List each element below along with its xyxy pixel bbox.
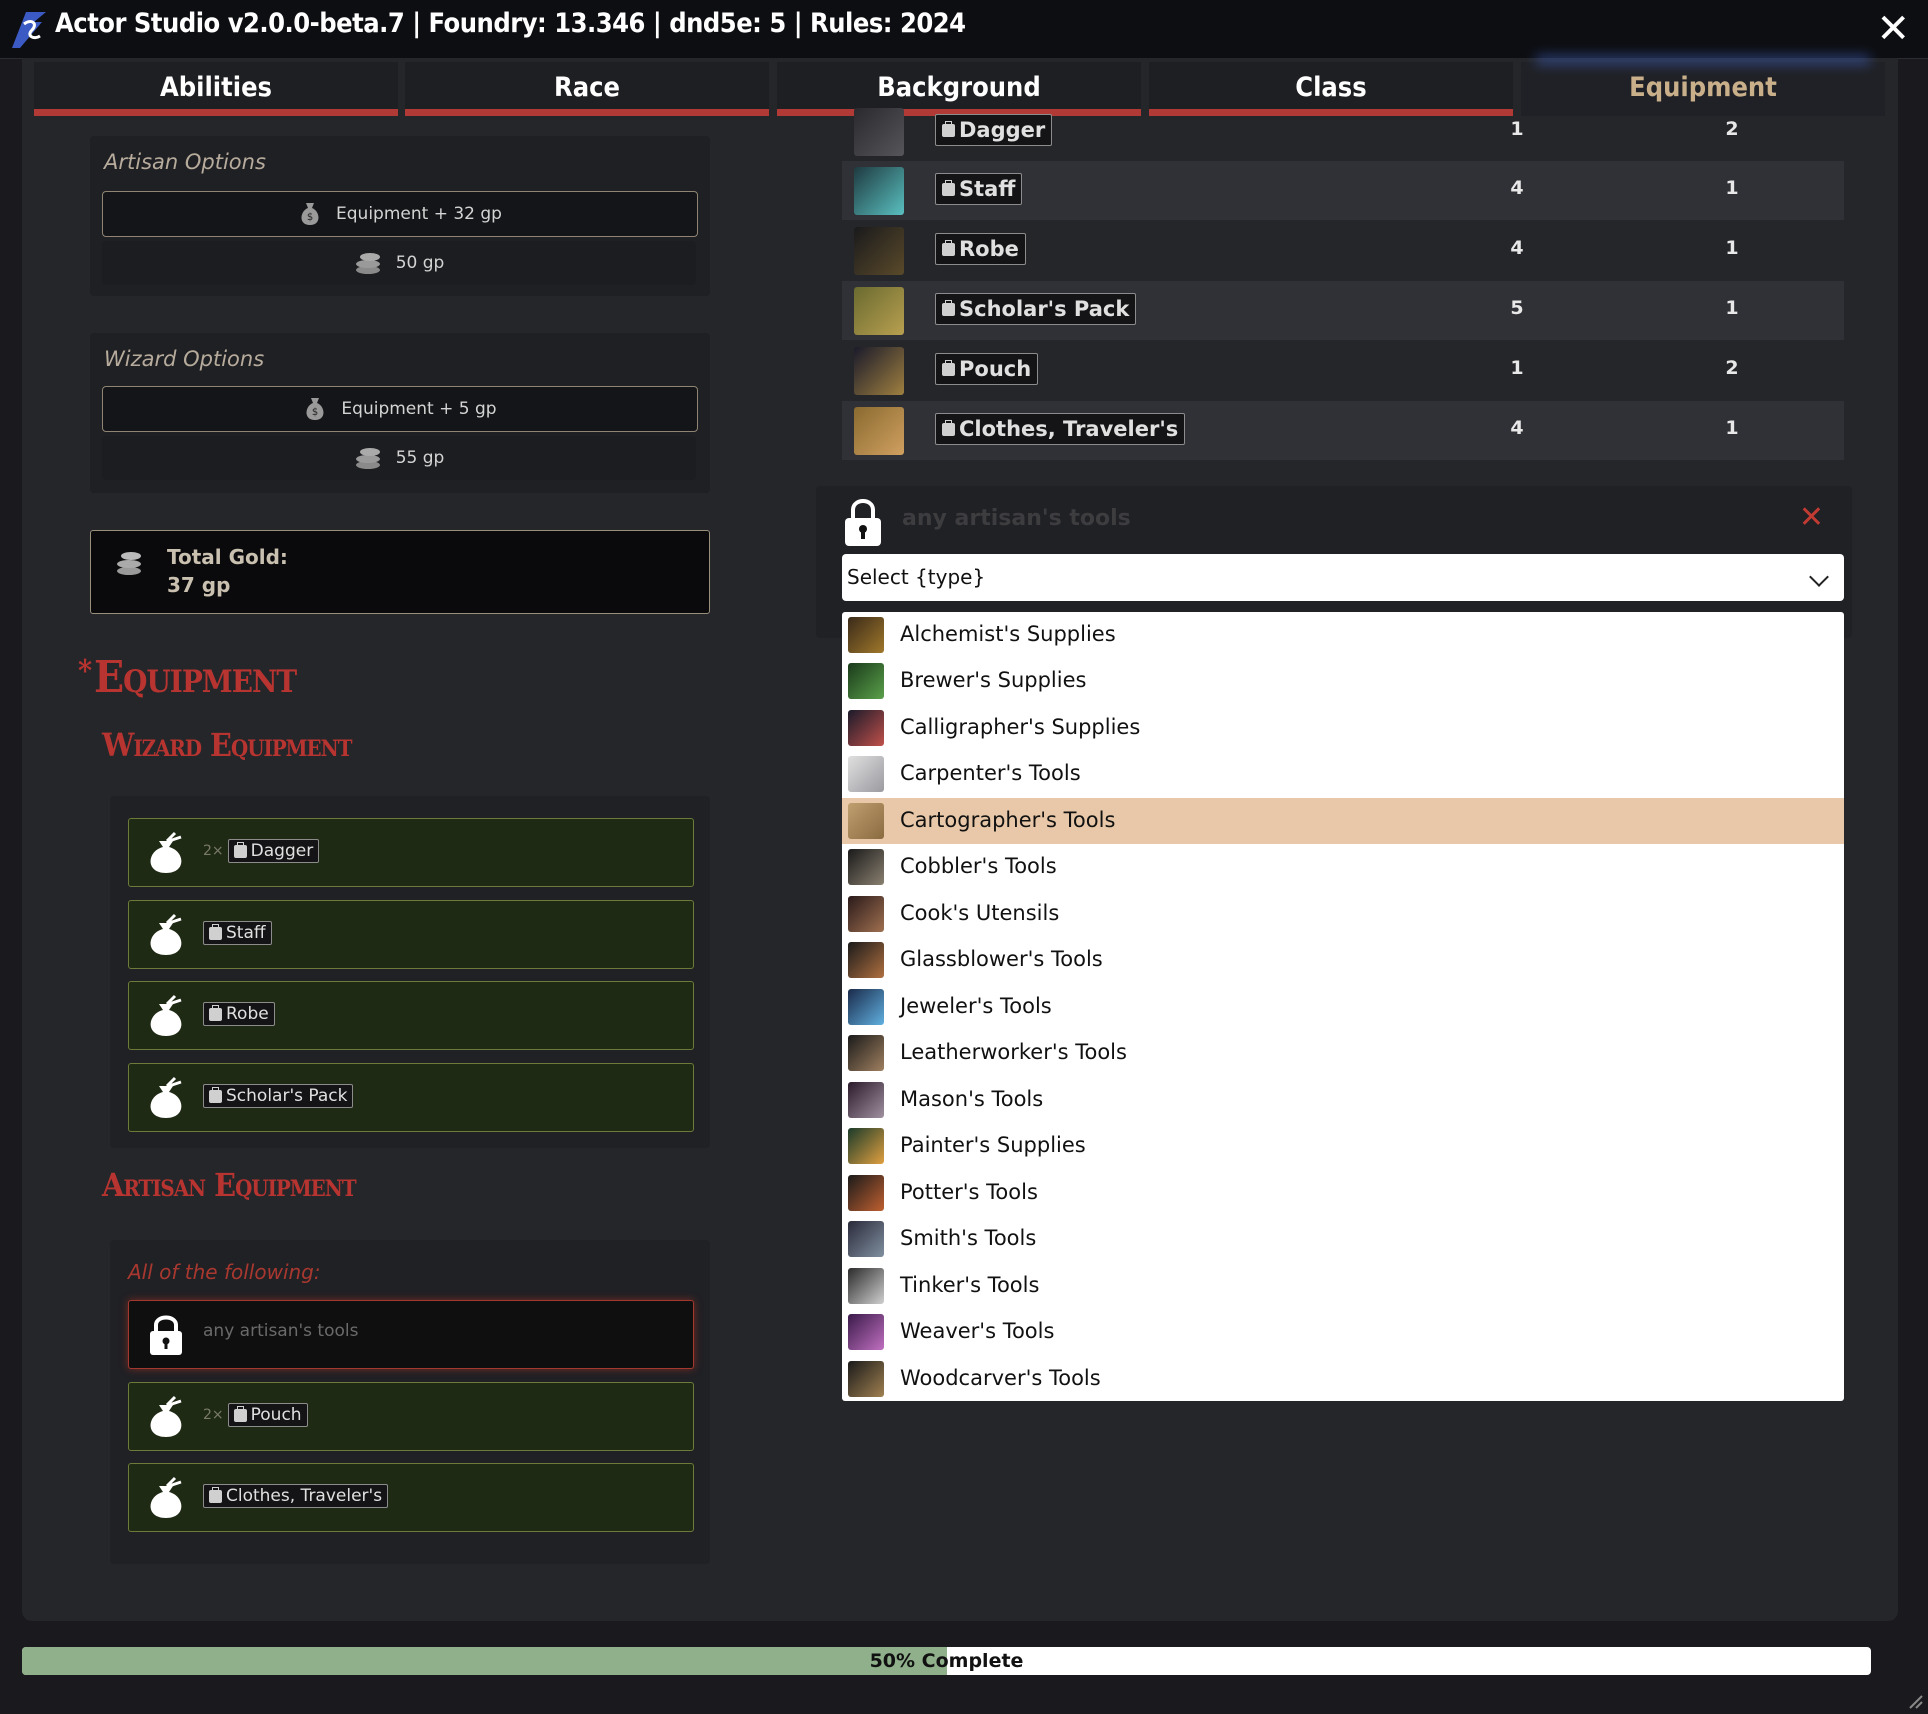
tab-abilities[interactable]: Abilities	[34, 62, 398, 116]
option-carpenters-tools[interactable]: Carpenter's Tools	[842, 751, 1844, 797]
staff-icon	[854, 167, 904, 215]
cobblers-tools-icon	[848, 849, 884, 885]
inventory-row-robe[interactable]: Robe 4 1	[842, 221, 1844, 280]
equipment-item-staff[interactable]: Staff	[128, 900, 694, 969]
option-leatherworkers-tools[interactable]: Leatherworker's Tools	[842, 1030, 1844, 1076]
option-smiths-tools[interactable]: Smith's Tools	[842, 1216, 1844, 1262]
equipment-item-robe[interactable]: Robe	[128, 981, 694, 1050]
resize-handle-icon[interactable]	[1906, 1692, 1924, 1710]
masons-tools-icon	[848, 1082, 884, 1118]
carpenters-tools-icon	[848, 756, 884, 792]
equipment-item-pouch[interactable]: 2× Pouch	[128, 1382, 694, 1451]
item-bag-icon	[150, 1076, 182, 1118]
option-painters-supplies[interactable]: Painter's Supplies	[842, 1123, 1844, 1169]
option-cobblers-tools[interactable]: Cobbler's Tools	[842, 844, 1844, 890]
total-gold-label: Total Gold:	[167, 545, 288, 569]
artisan-equipment-subtitle: All of the following:	[128, 1260, 321, 1284]
progress-bar: 50% Complete	[22, 1647, 1871, 1675]
jewelers-tools-icon	[848, 989, 884, 1025]
option-potters-tools[interactable]: Potter's Tools	[842, 1170, 1844, 1216]
clothes-icon	[854, 407, 904, 455]
artisan-equipment-option[interactable]: $ Equipment + 32 gp	[102, 191, 698, 237]
option-cooks-utensils[interactable]: Cook's Utensils	[842, 891, 1844, 937]
smiths-tools-icon	[848, 1221, 884, 1257]
wizard-equipment-heading: Wizard Equipment	[102, 726, 352, 764]
woodcarvers-tools-icon	[848, 1361, 884, 1397]
chevron-down-icon	[1809, 567, 1829, 587]
glassblowers-tools-icon	[848, 942, 884, 978]
inventory-row-dagger[interactable]: Dagger 1 2	[842, 102, 1844, 160]
leatherworkers-tools-icon	[848, 1035, 884, 1071]
option-cartographers-tools[interactable]: Cartographer's Tools	[842, 798, 1844, 844]
calligraphers-supplies-icon	[848, 710, 884, 746]
option-woodcarvers-tools[interactable]: Woodcarver's Tools	[842, 1356, 1844, 1401]
wizard-gold-option[interactable]: 55 gp	[102, 436, 696, 480]
money-bag-icon: $	[306, 398, 324, 420]
equipment-item-dagger[interactable]: 2× Dagger	[128, 818, 694, 887]
progress-label: 50% Complete	[869, 1650, 1024, 1672]
wizard-options-panel: Wizard Options $ Equipment + 5 gp 55 gp	[90, 333, 710, 493]
item-bag-icon	[150, 913, 182, 955]
inventory-row-staff[interactable]: Staff 4 1	[842, 161, 1844, 220]
dagger-icon	[854, 108, 904, 156]
total-gold-value: 37 gp	[167, 573, 231, 597]
equipment-heading: Equipment	[94, 652, 297, 703]
option-weavers-tools[interactable]: Weaver's Tools	[842, 1309, 1844, 1355]
alchemists-supplies-icon	[848, 617, 884, 653]
weavers-tools-icon	[848, 1314, 884, 1350]
lock-icon	[845, 499, 881, 546]
item-bag-icon	[150, 994, 182, 1036]
window-titlebar: Actor Studio v2.0.0-beta.7 | Foundry: 13…	[0, 0, 1928, 59]
coins-icon	[355, 448, 380, 469]
inventory-row-scholars-pack[interactable]: Scholar's Pack 5 1	[842, 281, 1844, 340]
close-window-button[interactable]: ✕	[1876, 4, 1910, 54]
tinkers-tools-icon	[848, 1268, 884, 1304]
potters-tools-icon	[848, 1175, 884, 1211]
option-tinkers-tools[interactable]: Tinker's Tools	[842, 1263, 1844, 1309]
option-alchemists-supplies[interactable]: Alchemist's Supplies	[842, 612, 1844, 658]
inventory-row-clothes-travelers[interactable]: Clothes, Traveler's 4 1	[842, 401, 1844, 460]
option-calligraphers-supplies[interactable]: Calligrapher's Supplies	[842, 705, 1844, 751]
brewers-supplies-icon	[848, 663, 884, 699]
coins-icon	[117, 552, 141, 575]
option-masons-tools[interactable]: Mason's Tools	[842, 1077, 1844, 1123]
inventory-row-pouch[interactable]: Pouch 1 2	[842, 341, 1844, 400]
tab-race[interactable]: Race	[405, 62, 769, 116]
wizard-options-title: Wizard Options	[104, 347, 265, 371]
item-bag-icon	[150, 1476, 182, 1518]
equipment-required-asterisk: *	[78, 654, 92, 689]
pouch-icon	[854, 347, 904, 395]
option-jewelers-tools[interactable]: Jeweler's Tools	[842, 984, 1844, 1030]
window-title: Actor Studio v2.0.0-beta.7 | Foundry: 13…	[55, 8, 966, 39]
tool-type-select[interactable]: Select {type}	[842, 554, 1844, 601]
artisan-options-panel: Artisan Options $ Equipment + 32 gp 50 g…	[90, 136, 710, 296]
artisan-tools-placeholder: any artisan's tools	[902, 506, 1131, 531]
money-bag-icon: $	[301, 203, 319, 225]
artisan-equipment-heading: Artisan Equipment	[102, 1166, 357, 1204]
item-bag-icon	[150, 831, 182, 873]
svg-text:$: $	[312, 407, 318, 418]
painters-supplies-icon	[848, 1128, 884, 1164]
total-gold-box: Total Gold: 37 gp	[90, 530, 710, 614]
cartographers-tools-icon	[848, 803, 884, 839]
robe-icon	[854, 227, 904, 275]
option-brewers-supplies[interactable]: Brewer's Supplies	[842, 658, 1844, 704]
coins-icon	[355, 253, 380, 274]
equipment-item-clothes-travelers[interactable]: Clothes, Traveler's	[128, 1463, 694, 1532]
actor-studio-logo-icon	[12, 12, 46, 48]
svg-text:$: $	[307, 212, 313, 223]
item-bag-icon	[150, 1395, 182, 1437]
artisan-gold-option[interactable]: 50 gp	[102, 241, 696, 285]
cooks-utensils-icon	[848, 896, 884, 932]
equipment-item-locked-artisan-tools[interactable]: any artisan's tools	[128, 1300, 694, 1369]
option-glassblowers-tools[interactable]: Glassblower's Tools	[842, 937, 1844, 983]
artisan-options-title: Artisan Options	[104, 150, 266, 174]
backpack-icon	[854, 287, 904, 335]
equipment-item-scholars-pack[interactable]: Scholar's Pack	[128, 1063, 694, 1132]
lock-icon	[150, 1315, 182, 1355]
tool-type-dropdown: Alchemist's Supplies Brewer's Supplies C…	[842, 612, 1844, 1401]
remove-choice-button[interactable]: ✕	[1799, 500, 1824, 535]
wizard-equipment-option[interactable]: $ Equipment + 5 gp	[102, 386, 698, 432]
